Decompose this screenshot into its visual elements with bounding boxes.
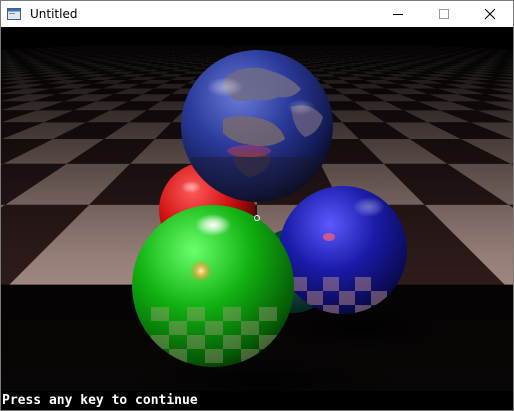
close-icon bbox=[484, 8, 496, 20]
app-window-icon bbox=[6, 6, 22, 22]
red-sphere-highlight bbox=[181, 181, 201, 193]
console-message: Press any key to continue bbox=[2, 393, 202, 408]
close-button[interactable] bbox=[467, 1, 513, 27]
window-title: Untitled bbox=[30, 7, 78, 21]
green-sphere bbox=[132, 205, 294, 367]
title-bar[interactable]: Untitled bbox=[1, 1, 513, 27]
green-sphere-specular bbox=[195, 214, 231, 236]
app-window: Untitled Press any key to continue bbox=[0, 0, 514, 411]
window-controls bbox=[375, 1, 513, 27]
maximize-icon bbox=[439, 9, 449, 19]
minimize-icon bbox=[393, 14, 403, 15]
maximize-button[interactable] bbox=[421, 1, 467, 27]
raytraced-scene bbox=[1, 27, 513, 410]
render-viewport[interactable] bbox=[1, 27, 513, 410]
minimize-button[interactable] bbox=[375, 1, 421, 27]
green-sphere-light-reflection bbox=[190, 260, 212, 282]
